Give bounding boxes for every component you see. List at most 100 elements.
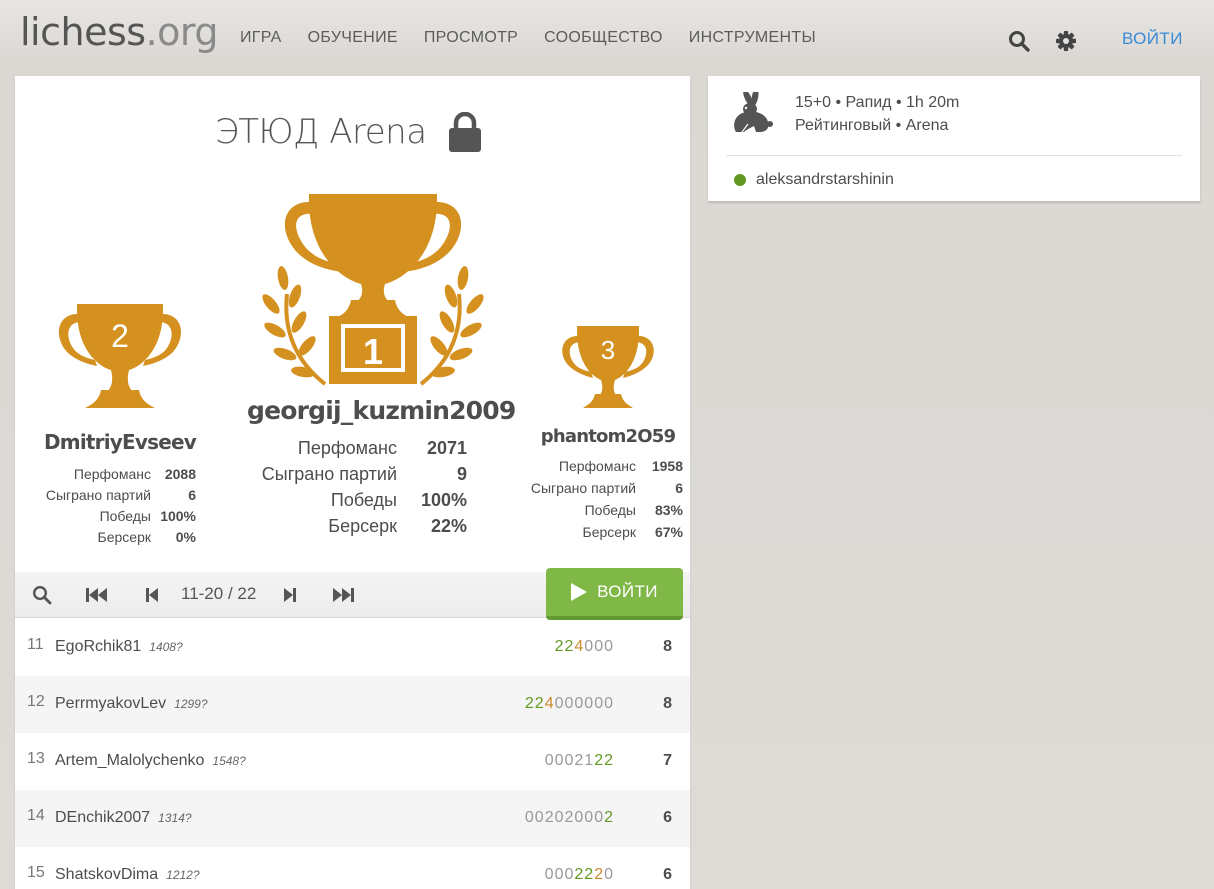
stat-label: Победы [584,502,636,518]
last-page-icon[interactable] [331,585,355,605]
stat-label: Победы [99,508,151,524]
score-sheet-segment: 2 [534,695,545,712]
nav-item-community[interactable]: СООБЩЕСТВО [544,29,663,47]
player-rating: 1408? [149,640,183,654]
tournament-type-info: Рейтинговый • Arena [795,117,949,134]
score-sheet: 0002220 [545,866,614,884]
nav-item-learn[interactable]: ОБУЧЕНИЕ [308,29,398,47]
trophy-third-icon: 3 [562,326,654,408]
score-sheet-segment: 4 [544,695,555,712]
next-page-icon[interactable] [279,585,299,605]
stat-value: 2071 [426,438,467,458]
score-sheet-segment: 000 [584,638,614,655]
gear-icon[interactable] [1055,30,1077,52]
score-sheet-segment: 2 [554,638,565,655]
stat-label: Берсерк [582,524,636,540]
score-sheet-segment: 2 [594,752,605,769]
podium-second: 2 DmitriyEvseev Перфоманс 2088 Сыграно па… [37,304,203,548]
trophy-second-place: 2 [111,318,129,354]
stat-label: Сыграно партий [261,464,397,484]
player-name[interactable]: DEnchik2007 [55,809,150,826]
score-sheet: 0002122 [545,752,614,770]
page-indicator: 11-20 / 22 [181,584,257,603]
second-place-name[interactable]: DmitriyEvseev [37,430,203,454]
player-rating: 1314? [158,811,192,825]
trophy-third-place: 3 [601,335,615,365]
stat-label: Перфоманс [558,458,636,474]
nav-item-play[interactable]: ИГРА [240,29,282,47]
score-sheet: 002020002 [525,809,614,827]
logo-tld: .org [145,10,219,54]
score-sheet-segment: 2 [604,752,614,769]
stat-value: 9 [456,464,467,484]
score-sheet-segment: 2 [584,866,595,883]
player-name[interactable]: EgoRchik81 [55,638,141,655]
tournament-clock-info: 15+0 • Рапид • 1h 20m [795,94,960,111]
score-sheet-segment: 0 [604,866,614,883]
podium-third: 3 phantom2O59 Перфоманс 1958 Сыграно парт… [525,326,690,543]
score-sheet-segment: 00021 [544,752,595,769]
rapid-rabbit-icon [734,92,773,133]
nav-item-tools[interactable]: ИНСТРУМЕНТЫ [689,29,816,47]
join-button-label: ВОЙТИ [597,582,658,601]
lock-icon [448,112,481,152]
table-row[interactable]: 13 Artem_Malolychenko 1548? 0002122 7 [15,733,690,790]
score-sheet-segment: 2 [564,638,575,655]
player-rank: 15 [27,864,45,881]
player-rank: 11 [27,636,44,653]
stat-label: Перфоманс [297,438,397,458]
player-total-score: 6 [663,866,672,883]
player-rank: 13 [27,750,45,767]
player-total-score: 8 [663,695,672,712]
player-rating: 1548? [212,754,246,768]
player-name-cell: PerrmyakovLev 1299? [55,695,208,713]
stat-label: Сыграно партий [45,487,151,503]
site-header: lichess.org ИГРА ОБУЧЕНИЕ ПРОСМОТР СООБЩ… [0,0,1214,76]
stat-label: Победы [330,490,397,510]
join-tournament-button[interactable]: ВОЙТИ [546,568,683,620]
table-row[interactable]: 15 ShatskovDima 1212? 0002220 6 [15,847,690,889]
search-icon[interactable] [32,585,52,605]
stat-label: Берсерк [328,516,397,536]
divider [726,155,1182,156]
tournament-creator-link[interactable]: aleksandrstarshinin [756,171,894,189]
trophy-second-icon: 2 [58,304,182,408]
standings-table: 11 EgoRchik81 1408? 224000 8 12 PerrmyakovLev 1… [15,619,690,889]
stat-label: Перфоманс [73,466,151,482]
nav-item-watch[interactable]: ПРОСМОТР [424,29,518,47]
score-sheet-segment: 000 [544,866,575,883]
player-name[interactable]: Artem_Malolychenko [55,752,204,769]
player-rating: 1299? [174,697,208,711]
score-sheet: 224000000 [525,695,614,713]
third-place-stats: Перфоманс 1958 Сыграно партий 6 Победы 83% … [525,455,690,543]
player-name[interactable]: PerrmyakovLev [55,695,166,712]
player-name-cell: Artem_Malolychenko 1548? [55,752,246,770]
first-place-stats: Перфоманс 2071 Сыграно партий 9 Победы 100%… [247,435,499,539]
first-page-icon[interactable] [85,585,109,605]
trophy-first-place: 1 [363,331,383,372]
stat-value: 83% [654,502,683,518]
first-place-name[interactable]: georgij_kuzmin2009 [247,396,516,425]
table-row[interactable]: 12 PerrmyakovLev 1299? 224000000 8 [15,676,690,733]
player-name-cell: ShatskovDima 1212? [55,866,200,884]
score-sheet-segment: 4 [574,638,585,655]
login-link[interactable]: ВОЙТИ [1122,29,1183,49]
player-name[interactable]: ShatskovDima [55,866,158,883]
table-row[interactable]: 11 EgoRchik81 1408? 224000 8 [15,619,690,676]
main-nav: ИГРА ОБУЧЕНИЕ ПРОСМОТР СООБЩЕСТВО ИНСТРУ… [240,29,842,47]
player-total-score: 8 [663,638,672,655]
tournament-info-card: 15+0 • Рапид • 1h 20m Рейтинговый • Aren… [708,76,1200,201]
score-sheet: 224000 [555,638,614,656]
previous-page-icon[interactable] [143,585,163,605]
search-icon[interactable] [1008,30,1030,52]
stat-value: 100% [420,490,467,510]
score-sheet-segment: 00202000 [524,809,605,826]
table-row[interactable]: 14 DEnchik2007 1314? 002020002 6 [15,790,690,847]
player-name-cell: DEnchik2007 1314? [55,809,192,827]
third-place-name[interactable]: phantom2O59 [525,426,690,447]
score-sheet-segment: 2 [594,866,605,883]
stat-value: 6 [188,487,196,503]
site-logo[interactable]: lichess.org [20,10,218,54]
tournament-title: ЭТЮД Arena [215,112,427,152]
online-status-dot [734,174,746,186]
